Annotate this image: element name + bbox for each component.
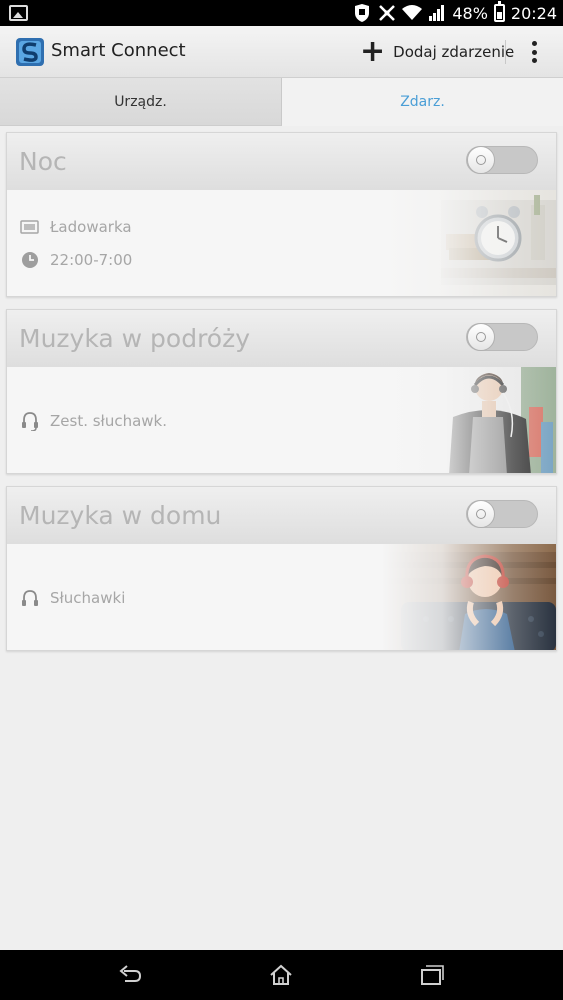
headset-icon <box>20 411 39 431</box>
woman-with-headphones-image <box>381 544 556 650</box>
action-bar-divider <box>505 40 506 64</box>
navigation-bar <box>0 950 563 1000</box>
tab-bar: Urządz. Zdarz. <box>0 78 563 126</box>
signal-icon <box>429 5 445 21</box>
battery-percent: 48% <box>452 3 488 23</box>
shield-icon <box>355 4 370 22</box>
event-condition-row: 22:00-7:00 <box>20 250 132 269</box>
event-toggle[interactable] <box>466 146 538 174</box>
action-bar: Smart Connect + Dodaj zdarzenie <box>0 26 563 78</box>
event-toggle[interactable] <box>466 500 538 528</box>
status-icons: 48% 20:24 <box>352 0 557 26</box>
event-condition-text: Zest. słuchawk. <box>50 411 167 430</box>
clock: 20:24 <box>510 3 557 23</box>
event-condition-row: Zest. słuchawk. <box>20 411 167 431</box>
event-card-body: Ładowarka 22:00-7:00 <box>7 190 556 296</box>
event-condition-row: Słuchawki <box>20 588 125 607</box>
man-with-headphones-image <box>381 367 556 473</box>
add-event-button[interactable]: + Dodaj zdarzenie <box>360 36 514 68</box>
event-card-header: Noc <box>7 133 556 190</box>
add-event-label: Dodaj zdarzenie <box>393 43 515 61</box>
app-title: Smart Connect <box>51 40 186 61</box>
gallery-notification-icon <box>9 5 28 21</box>
event-card-header: Muzyka w podróży <box>7 310 556 367</box>
event-title: Noc <box>19 147 67 176</box>
event-title: Muzyka w podróży <box>19 324 251 353</box>
recents-icon[interactable] <box>419 963 445 987</box>
event-condition-text: Słuchawki <box>50 588 126 607</box>
charger-icon <box>20 217 39 236</box>
event-title: Muzyka w domu <box>19 501 222 530</box>
headphones-icon <box>20 588 39 607</box>
event-toggle[interactable] <box>466 323 538 351</box>
more-vert-icon[interactable] <box>526 38 542 66</box>
tab-events[interactable]: Zdarz. <box>282 78 563 126</box>
nfc-x-icon <box>379 5 396 21</box>
clock-icon <box>20 250 39 269</box>
battery-icon <box>493 1 505 22</box>
wifi-icon <box>402 5 423 20</box>
event-condition-text: Ładowarka <box>50 217 132 236</box>
event-condition-row: Ładowarka <box>20 217 132 236</box>
event-condition-text: 22:00-7:00 <box>50 250 133 269</box>
event-card-noc[interactable]: Noc Ładowarka 22:00-7:00 <box>6 132 557 297</box>
event-card-muzyka-w-domu[interactable]: Muzyka w domu Słuchawki <box>6 486 557 651</box>
plus-icon: + <box>360 34 386 69</box>
event-card-header: Muzyka w domu <box>7 487 556 544</box>
smart-connect-logo-icon[interactable] <box>16 36 44 68</box>
tab-devices[interactable]: Urządz. <box>0 78 282 126</box>
back-icon[interactable] <box>117 963 143 987</box>
event-card-body: Zest. słuchawk. <box>7 367 556 473</box>
event-card-muzyka-w-podrozy[interactable]: Muzyka w podróży Zest. słuchawk. <box>6 309 557 474</box>
home-icon[interactable] <box>268 963 294 987</box>
status-bar: 48% 20:24 <box>0 0 563 26</box>
event-card-body: Słuchawki <box>7 544 556 650</box>
alarm-clock-image <box>381 190 556 296</box>
